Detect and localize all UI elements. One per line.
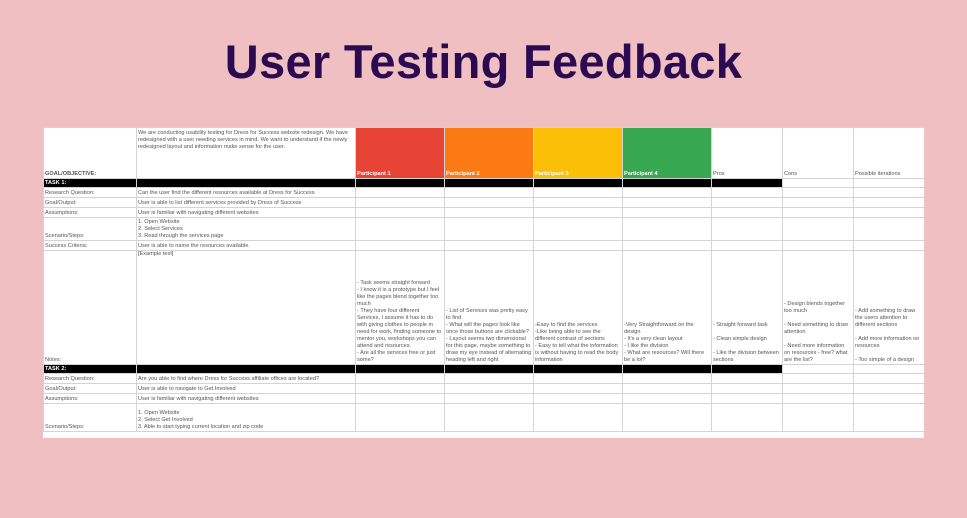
row-value: User is able to name the resources avail… [136,240,356,251]
participant-2-header: Participant 2 [444,127,534,179]
row-label: Research Question: [43,373,137,384]
row-value: User is able to navigate to Get Involved [136,383,356,394]
page-title: User Testing Feedback [224,35,743,88]
table-row: Scenario/Steps: 1. Open Website 2. Selec… [43,217,924,241]
participant-1-header: Participant 1 [355,127,445,179]
row-value: 1. Open Website 2. Select Services 3. Re… [136,217,356,241]
goal-text: We are conducting usability testing for … [136,127,356,179]
cons-header: Cons [782,127,854,179]
spreadsheet: GOAL/OBJECTIVE: We are conducting usabil… [43,127,924,438]
pros-header: Pros [711,127,783,179]
row-label: Assumptions: [43,393,137,404]
row-value: User is able to list different services … [136,197,356,208]
notes-example: [Example text] [136,250,356,365]
task-1-row: TASK 1: [43,178,924,188]
notes-label: Notes: [43,250,137,365]
table-row: Research Question: Are you able to find … [43,373,924,384]
row-value: 1. Open Website 2. Select Get Involved 3… [136,403,356,432]
row-label: Scenario/Steps: [43,217,137,241]
table-row: Assumptions: User is familiar with navig… [43,207,924,218]
row-label: Success Criteria: [43,240,137,251]
table-row: Assumptions: User is familiar with navig… [43,393,924,404]
table-row: Research Question: Can the user find the… [43,187,924,198]
table-row: Goal/Output: User is able to list differ… [43,197,924,208]
participant-1-notes: - Task seems straight forward - I know i… [355,250,445,365]
row-label: Scenario/Steps: [43,403,137,432]
row-label: Goal/Output: [43,383,137,394]
participant-3-notes: -Easy to find the services -Like being a… [533,250,623,365]
iterations-notes: - Add something to draw the users attent… [853,250,924,365]
task-2-row: TASK 2: [43,364,924,374]
row-label: Research Question: [43,187,137,198]
row-value: Are you able to find where Dress for Suc… [136,373,356,384]
row-value: User is familiar with navigating differe… [136,207,356,218]
participant-3-header: Participant 3 [533,127,623,179]
row-label: Goal/Output: [43,197,137,208]
participant-2-notes: - List of Services was pretty easy to fi… [444,250,534,365]
task-2-label: TASK 2: [43,364,137,374]
table-row: Scenario/Steps: 1. Open Website 2. Selec… [43,403,924,432]
row-value: User is familiar with navigating differe… [136,393,356,404]
goal-label: GOAL/OBJECTIVE: [43,127,137,179]
iterations-header: Possible iterations [853,127,924,179]
notes-row: Notes: [Example text] - Task seems strai… [43,250,924,365]
row-value: Can the user find the different resource… [136,187,356,198]
table-row: Goal/Output: User is able to navigate to… [43,383,924,394]
task-1-label: TASK 1: [43,178,137,188]
pros-notes: - Straight forward task - Clean simple d… [711,250,783,365]
cons-notes: - Design blends together too much - Need… [782,250,854,365]
header-row: GOAL/OBJECTIVE: We are conducting usabil… [43,127,924,179]
participant-4-header: Participant 4 [622,127,712,179]
row-label: Assumptions: [43,207,137,218]
feedback-table: GOAL/OBJECTIVE: We are conducting usabil… [43,127,924,432]
participant-4-notes: -Very Straightforward on the design - It… [622,250,712,365]
table-row: Success Criteria: User is able to name t… [43,240,924,251]
